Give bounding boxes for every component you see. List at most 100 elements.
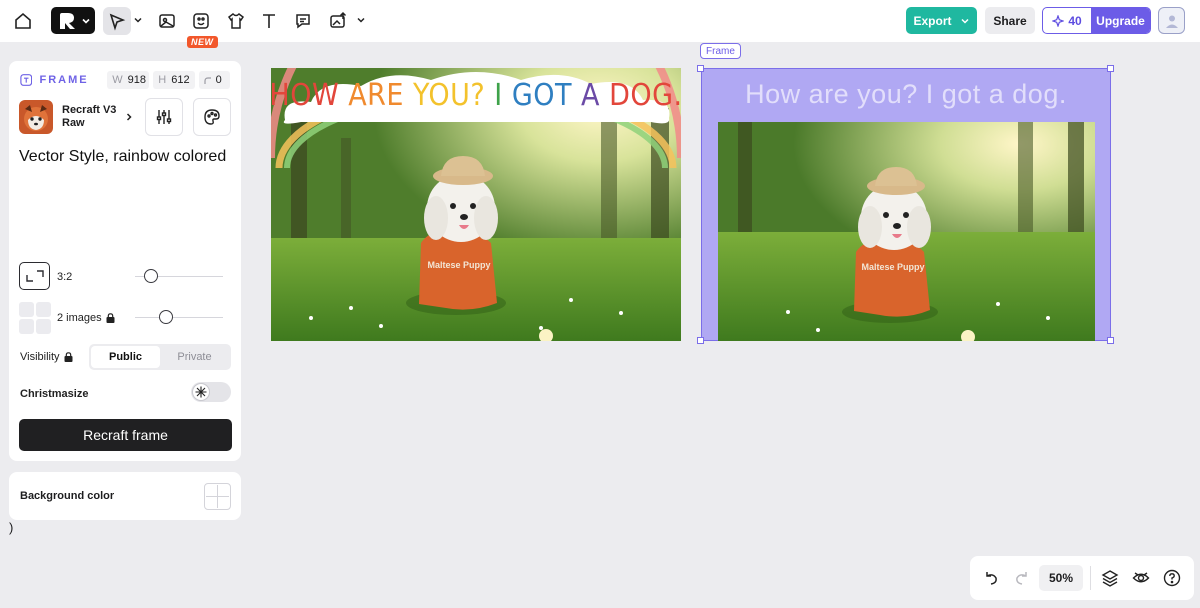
visibility-toggle: Public Private (89, 344, 231, 370)
settings-sliders-button[interactable] (145, 98, 183, 136)
width-field[interactable]: W 918 (107, 71, 150, 89)
resize-handle-top-left[interactable] (697, 65, 704, 72)
corner-radius-value: 0 (215, 74, 222, 86)
undo-button[interactable] (979, 566, 1003, 590)
image-count-label: 2 images (57, 312, 102, 324)
tshirt-icon (227, 13, 245, 29)
lock-icon (106, 313, 115, 323)
frame-title-text[interactable]: How are you? I got a dog. (702, 79, 1110, 110)
eye-icon (1132, 572, 1150, 583)
red-panda-avatar (19, 100, 53, 134)
shirt-text: Maltese Puppy (427, 260, 490, 270)
app-logo-menu[interactable] (51, 7, 95, 34)
frame-icon (20, 74, 33, 86)
pointer-icon (109, 13, 126, 31)
upload-image-icon (330, 11, 347, 28)
sticker-icon (193, 13, 209, 29)
layers-button[interactable] (1098, 566, 1122, 590)
zoom-level[interactable]: 50% (1039, 565, 1083, 591)
christmasize-label: Christmasize (20, 388, 89, 400)
corner-radius-field[interactable]: 0 (198, 71, 230, 89)
title-word: GOT (503, 78, 572, 113)
visibility-row: Visibility (20, 351, 73, 363)
toolbar-divider (1090, 566, 1091, 590)
resize-handle-bottom-right[interactable] (1107, 337, 1114, 344)
chevron-right-icon (126, 113, 132, 121)
home-icon[interactable] (9, 7, 37, 35)
recraft-frame-button[interactable]: Recraft frame (19, 419, 232, 451)
shirt-text: Maltese Puppy (861, 262, 924, 272)
palette-icon (204, 109, 220, 125)
redo-icon (1016, 572, 1027, 585)
undo-icon (986, 572, 997, 585)
export-label: Export (913, 13, 952, 28)
image-count-icon (19, 302, 51, 334)
image-count-slider-knob[interactable] (158, 310, 173, 324)
resize-handle-bottom-left[interactable] (697, 337, 704, 344)
credits-count: 40 (1068, 13, 1082, 28)
background-color-swatch[interactable] (204, 483, 231, 510)
redo-button[interactable] (1010, 566, 1034, 590)
height-value: 612 (171, 74, 190, 86)
resize-handle-top-right[interactable] (1107, 65, 1114, 72)
christmasize-switch[interactable] (191, 382, 231, 402)
visibility-eye-button[interactable] (1129, 566, 1153, 590)
background-color-label: Background color (20, 490, 115, 502)
title-word: ARE (339, 78, 404, 113)
image-title-rainbow: HOW ARE YOU? I GOT A DOG. (271, 78, 681, 113)
image-tool-button[interactable] (153, 7, 181, 35)
upload-tool-button[interactable] (324, 7, 352, 35)
model-selector[interactable]: Recraft V3 Raw (19, 98, 148, 136)
credits-counter[interactable]: 40 (1043, 8, 1091, 33)
title-word: DOG. (600, 78, 681, 113)
export-button[interactable]: Export (906, 7, 977, 34)
frame-tag[interactable]: Frame (700, 43, 741, 59)
prompt-text[interactable]: Vector Style, rainbow colored (19, 147, 229, 167)
aspect-ratio-slider[interactable] (135, 269, 223, 283)
text-tool-button[interactable] (255, 7, 283, 35)
selected-frame[interactable]: How are you? I got a dog. Maltese Puppy (701, 68, 1111, 341)
aspect-ratio-icon (25, 270, 44, 282)
height-key: H (158, 74, 167, 86)
visibility-private-option[interactable]: Private (160, 346, 229, 368)
height-field[interactable]: H 612 (153, 71, 195, 89)
title-word: A (572, 78, 600, 113)
aspect-ratio-button[interactable] (19, 262, 50, 290)
lock-icon (64, 352, 73, 362)
text-icon (263, 14, 275, 28)
width-key: W (112, 74, 123, 86)
corner-radius-icon (203, 76, 211, 84)
christmasize-switch-knob (192, 383, 210, 401)
image-icon (159, 14, 175, 28)
recraft-logo-icon (60, 12, 75, 29)
image-count-row: 2 images (57, 312, 115, 324)
credits-upgrade: 40 Upgrade (1042, 7, 1151, 34)
width-value: 918 (127, 74, 147, 86)
select-tool-button[interactable] (103, 7, 131, 35)
visibility-label: Visibility (20, 351, 60, 363)
snowflake-icon (195, 386, 207, 398)
chevron-down-icon[interactable] (133, 15, 143, 25)
layers-icon (1101, 570, 1119, 587)
visibility-public-option[interactable]: Public (91, 346, 160, 368)
comment-tool-button[interactable] (289, 7, 317, 35)
stray-text: ) (9, 520, 14, 535)
avatar[interactable] (1158, 7, 1185, 34)
frame-header: FRAME W 918 H 612 0 (20, 71, 234, 89)
title-word: I (485, 78, 503, 113)
generated-image-rainbow[interactable]: Maltese Puppy HOW ARE YOU? I GOT A DOG. (271, 68, 681, 341)
tshirt-tool-button[interactable] (222, 7, 250, 35)
help-button[interactable] (1160, 566, 1184, 590)
aspect-ratio-slider-knob[interactable] (143, 269, 158, 283)
image-count-slider[interactable] (135, 310, 223, 324)
chevron-down-icon[interactable] (356, 15, 366, 25)
frame-image[interactable]: Maltese Puppy (718, 122, 1095, 341)
user-icon (1165, 15, 1178, 28)
upgrade-button[interactable]: Upgrade (1091, 8, 1150, 33)
share-button[interactable]: Share (985, 7, 1035, 34)
style-palette-button[interactable] (193, 98, 231, 136)
add-color-icon (206, 485, 229, 508)
chevron-down-icon (960, 18, 969, 24)
mockup-tool-button[interactable] (187, 7, 215, 35)
chevron-down-icon (82, 18, 90, 24)
